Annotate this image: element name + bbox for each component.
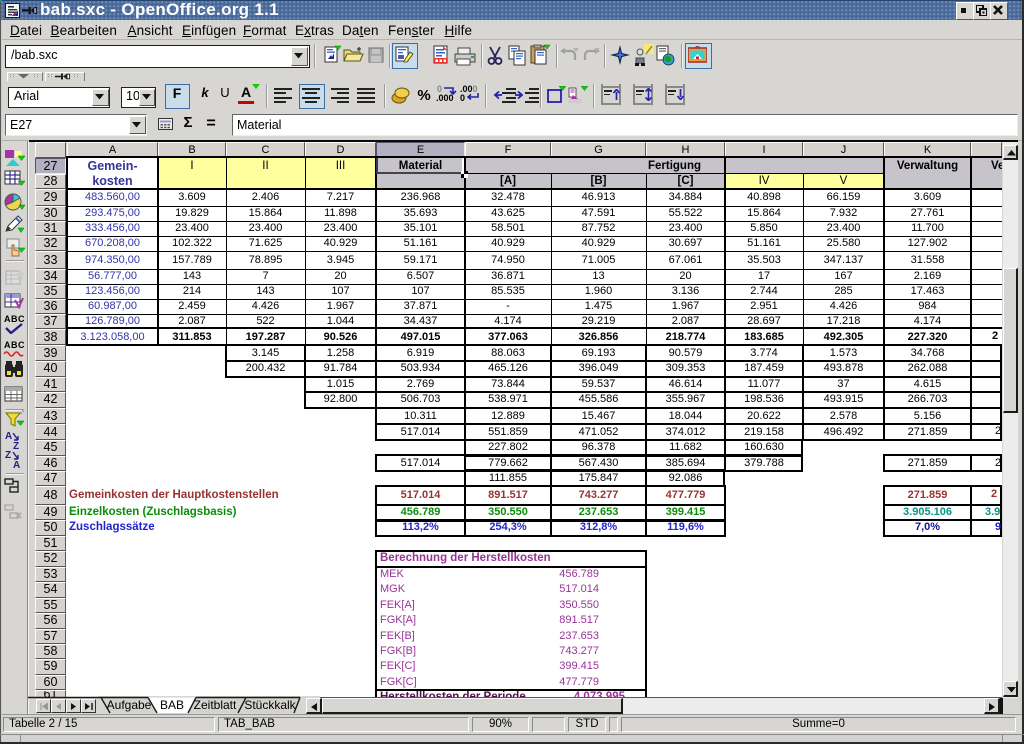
svg-text:Aufgabe: Aufgabe xyxy=(107,698,152,712)
svg-text:Stückkalk: Stückkalk xyxy=(244,698,296,712)
svg-text:Zeitblatt: Zeitblatt xyxy=(194,698,237,712)
svg-text:BAB: BAB xyxy=(160,698,184,712)
